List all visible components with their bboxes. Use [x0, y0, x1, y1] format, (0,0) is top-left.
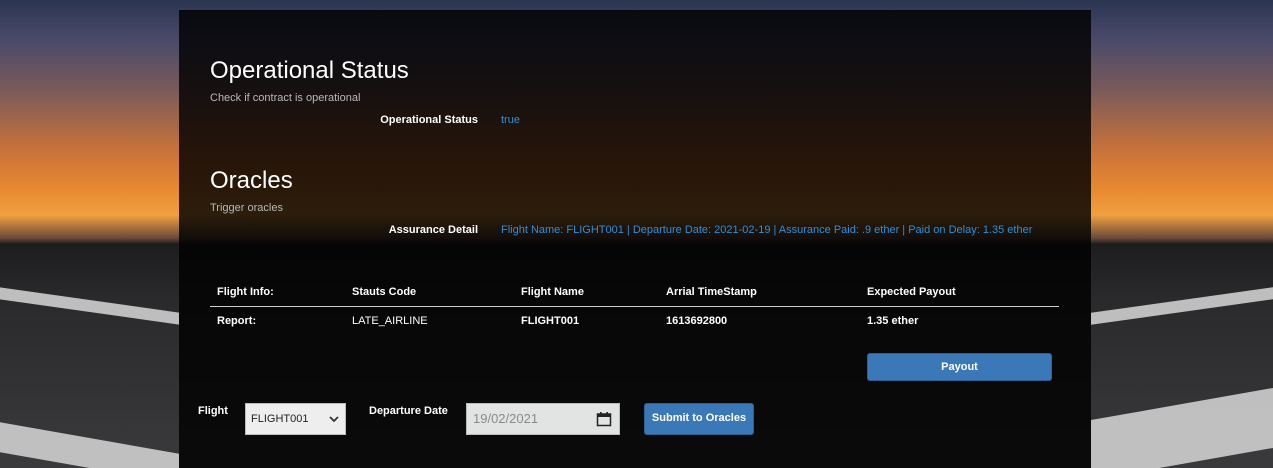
assurance-detail-value: Flight Name: FLIGHT001 | Departure Date:…	[501, 224, 1033, 236]
table-divider	[210, 306, 1059, 307]
header-flight-name: Flight Name	[521, 286, 584, 298]
header-flight-info: Flight Info:	[217, 286, 274, 298]
cell-arrival-timestamp: 1613692800	[666, 315, 728, 327]
chevron-down-icon	[329, 416, 339, 423]
header-expected-payout: Expected Payout	[867, 286, 956, 298]
submit-to-oracles-button[interactable]: Submit to Oracles	[644, 403, 754, 435]
payout-button[interactable]: Payout	[867, 353, 1052, 381]
operational-status-title: Operational Status	[210, 57, 409, 84]
flight-label: Flight	[198, 405, 228, 417]
assurance-detail-label: Assurance Detail	[388, 224, 478, 236]
operational-status-label: Operational Status	[380, 114, 478, 126]
cell-report: Report:	[217, 315, 257, 327]
flight-select-value: FLIGHT001	[251, 413, 309, 425]
cell-status-code: LATE_AIRLINE	[352, 315, 428, 327]
departure-date-input[interactable]: 19/02/2021	[466, 403, 620, 435]
flight-select[interactable]: FLIGHT001	[245, 403, 346, 435]
oracles-title: Oracles	[210, 167, 293, 194]
cell-flight-name: FLIGHT001	[521, 315, 580, 327]
cell-expected-payout: 1.35 ether	[867, 315, 919, 327]
departure-date-label: Departure Date	[369, 405, 448, 417]
departure-date-value: 19/02/2021	[473, 411, 539, 426]
header-arrival-timestamp: Arrial TimeStamp	[666, 286, 757, 298]
header-status-code: Stauts Code	[352, 286, 417, 298]
oracles-subtitle: Trigger oracles	[210, 202, 283, 214]
operational-status-value: true	[501, 114, 520, 126]
calendar-icon[interactable]	[596, 411, 612, 427]
operational-status-subtitle: Check if contract is operational	[210, 92, 361, 104]
